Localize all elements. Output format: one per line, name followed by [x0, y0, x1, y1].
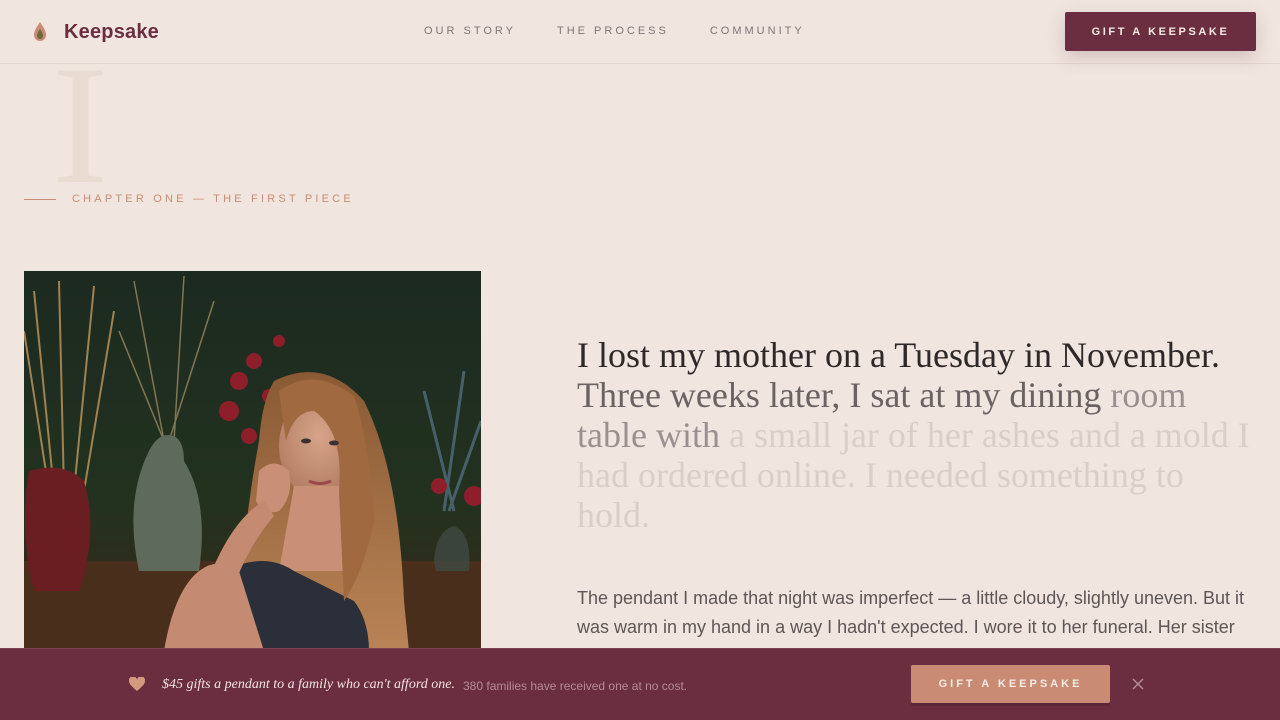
banner-gift-keepsake-button[interactable]: GIFT A KEEPSAKE: [911, 665, 1110, 703]
chapter-label: CHAPTER ONE — THE FIRST PIECE: [72, 193, 354, 205]
story-body: The pendant I made that night was imperf…: [577, 588, 1245, 637]
nav-item-community[interactable]: COMMUNITY: [710, 25, 805, 37]
chapter-divider: [24, 199, 56, 200]
main-nav: OUR STORY THE PROCESS COMMUNITY: [424, 25, 805, 37]
portrait-image: [24, 271, 481, 651]
story-lead-part-2: Three weeks later, I sat at my dining: [577, 375, 1102, 415]
flame-drop-icon: [34, 22, 46, 41]
story-lead: I lost my mother on a Tuesday in Novembe…: [577, 335, 1257, 535]
close-icon[interactable]: [1131, 677, 1145, 691]
story-lead-part-1: I lost my mother on a Tuesday in Novembe…: [577, 335, 1220, 375]
nav-item-our-story[interactable]: OUR STORY: [424, 25, 516, 37]
site-header: Keepsake OUR STORY THE PROCESS COMMUNITY…: [0, 0, 1280, 64]
gift-keepsake-button[interactable]: GIFT A KEEPSAKE: [1065, 12, 1256, 51]
story-photo: [24, 271, 481, 651]
heart-icon: [129, 677, 145, 691]
chapter-dropcap: I: [52, 31, 109, 219]
banner-subtext: 380 families have received one at no cos…: [463, 679, 688, 693]
banner-message: $45 gifts a pendant to a family who can'…: [162, 677, 455, 692]
nav-item-the-process[interactable]: THE PROCESS: [557, 25, 669, 37]
